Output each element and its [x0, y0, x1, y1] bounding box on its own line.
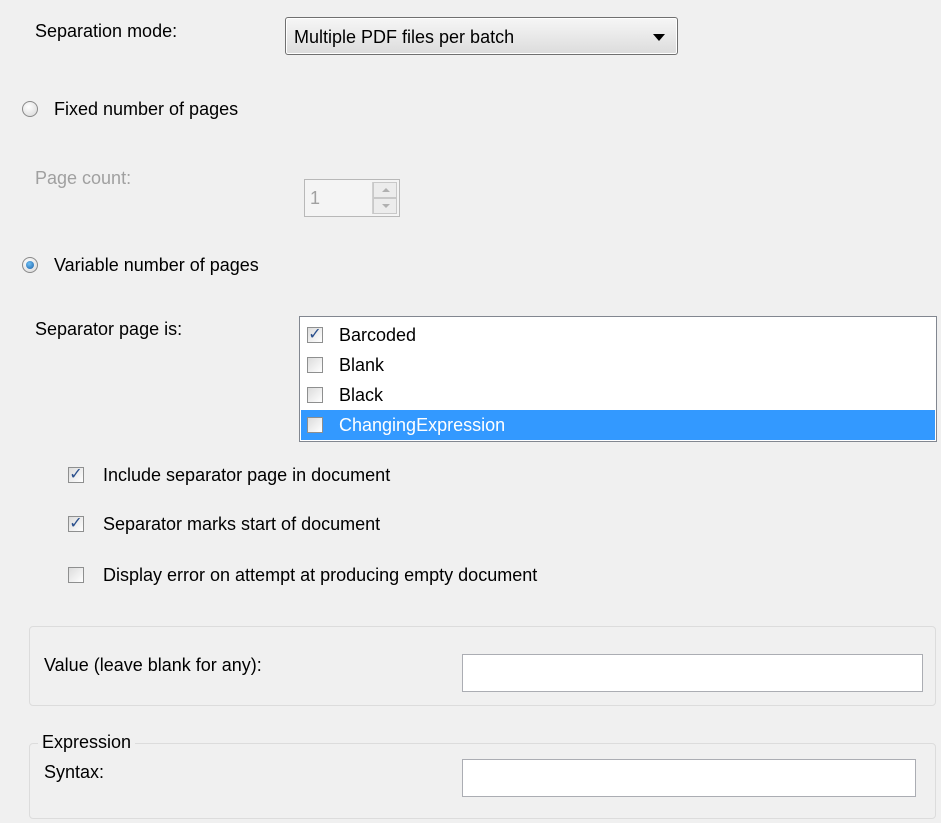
variable-pages-radio[interactable] [22, 257, 38, 273]
separation-mode-dropdown[interactable]: Multiple PDF files per batch [285, 17, 678, 55]
list-item-label: Blank [339, 355, 385, 375]
expression-group-label: Expression [38, 731, 136, 753]
list-item-label: Barcoded [339, 325, 417, 345]
syntax-label: Syntax: [44, 762, 105, 782]
list-item-changing-expression[interactable]: ChangingExpression [301, 410, 935, 440]
list-item-blank[interactable]: Blank [301, 350, 935, 380]
separator-page-listbox[interactable]: ✓ Barcoded Blank Black ChangingExpressio… [299, 316, 937, 442]
separator-page-label: Separator page is: [35, 319, 183, 339]
include-separator-label[interactable]: Include separator page in document [103, 464, 390, 486]
marks-start-checkbox[interactable]: ✓ [68, 513, 84, 532]
arrow-down-icon [382, 204, 390, 208]
list-item-black[interactable]: Black [301, 380, 935, 410]
blank-checkbox[interactable] [307, 357, 323, 373]
page-count-label: Page count: [35, 168, 132, 188]
variable-pages-label[interactable]: Variable number of pages [54, 254, 259, 276]
include-separator-checkbox[interactable]: ✓ [68, 464, 84, 483]
syntax-input[interactable] [462, 759, 916, 797]
page-count-stepper[interactable]: 1 [304, 179, 400, 217]
checkmark-icon: ✓ [69, 464, 83, 483]
display-error-checkbox[interactable] [68, 567, 84, 583]
page-count-value: 1 [310, 188, 321, 208]
list-item-label: Black [339, 385, 384, 405]
checkmark-icon: ✓ [69, 513, 83, 532]
display-error-label[interactable]: Display error on attempt at producing em… [103, 564, 537, 586]
separation-mode-value: Multiple PDF files per batch [294, 27, 515, 47]
changing-expression-checkbox[interactable] [307, 417, 323, 433]
barcoded-checkbox[interactable]: ✓ [307, 324, 323, 343]
spinner-up-button[interactable] [373, 182, 397, 198]
arrow-up-icon [382, 188, 390, 192]
value-label: Value (leave blank for any): [44, 655, 262, 675]
value-input[interactable] [462, 654, 923, 692]
radio-selected-dot [26, 261, 34, 269]
separation-mode-label: Separation mode: [35, 21, 178, 41]
spinner-buttons [372, 182, 397, 214]
marks-start-label[interactable]: Separator marks start of document [103, 513, 380, 535]
fixed-pages-label[interactable]: Fixed number of pages [54, 98, 238, 120]
list-item-barcoded[interactable]: ✓ Barcoded [301, 320, 935, 350]
list-item-label: ChangingExpression [339, 415, 506, 435]
chevron-down-icon [653, 34, 665, 41]
black-checkbox[interactable] [307, 387, 323, 403]
spinner-down-button[interactable] [373, 198, 397, 214]
checkmark-icon: ✓ [308, 324, 322, 343]
fixed-pages-radio[interactable] [22, 101, 38, 117]
